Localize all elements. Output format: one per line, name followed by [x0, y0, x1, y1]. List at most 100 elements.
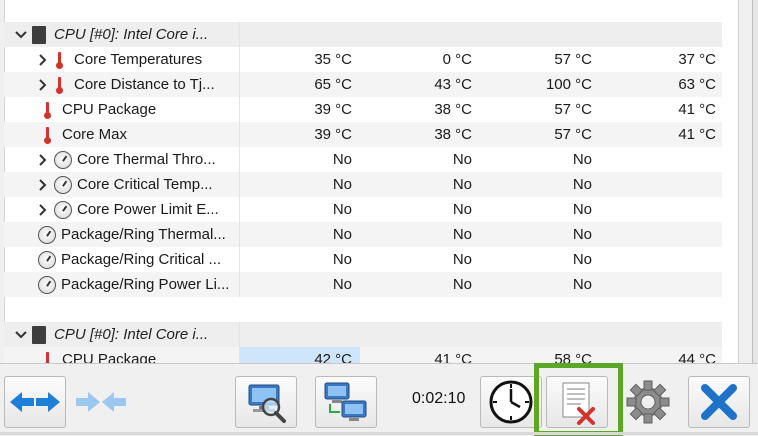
sensor-row[interactable]: Package/Ring Power Li... No No No	[4, 272, 722, 297]
sensor-row[interactable]: CPU Package 39 °C 38 °C 57 °C 41 °C	[4, 97, 722, 122]
average-value	[600, 322, 722, 347]
thermometer-icon	[54, 51, 64, 69]
maximum-value: No	[572, 251, 592, 268]
average-value: 41 °C	[678, 126, 716, 143]
gauge-icon	[54, 150, 72, 169]
sensor-name-cell: Package/Ring Power Li...	[4, 272, 240, 297]
minimum-value: No	[452, 251, 472, 268]
current-value: No	[332, 176, 352, 193]
sensor-name-cell: Core Critical Temp...	[4, 172, 240, 197]
sensor-label: Package/Ring Critical ...	[61, 251, 222, 268]
minimum-value: No	[452, 226, 472, 243]
minimum-value	[360, 322, 480, 347]
network-search-button[interactable]	[235, 376, 297, 428]
chevron-right-icon[interactable]	[36, 47, 50, 72]
sensor-row[interactable]: Core Max 39 °C 38 °C 57 °C 41 °C	[4, 122, 722, 147]
sensor-group-row[interactable]: CPU [#0]: Intel Core i...	[4, 22, 722, 47]
sensor-row[interactable]: Core Power Limit E... No No No	[4, 197, 722, 222]
network-search-icon	[248, 384, 286, 423]
network-computers-button[interactable]	[315, 376, 377, 428]
elapsed-time: 0:02:10	[412, 390, 466, 407]
sensor-label: CPU Package	[62, 351, 157, 363]
sensor-label: CPU [#0]: Intel Core i...	[54, 26, 209, 43]
chevron-right-icon[interactable]	[36, 197, 50, 222]
close-button[interactable]	[688, 376, 750, 428]
sensor-row[interactable]: Core Thermal Thro... No No No	[4, 147, 722, 172]
expand-all-icon	[10, 392, 60, 412]
current-value: 65 °C	[314, 76, 352, 93]
maximum-value: No	[572, 176, 592, 193]
minimum-value: No	[452, 276, 472, 293]
sensor-group-row[interactable]: CPU [#0]: Intel Core i...	[4, 322, 722, 347]
gauge-icon	[38, 275, 56, 294]
sensor-row[interactable]: Core Distance to Tj... 65 °C 43 °C 100 °C 63…	[4, 72, 722, 97]
average-value	[600, 247, 722, 272]
settings-gear-icon	[626, 380, 670, 424]
current-value: No	[332, 151, 352, 168]
clock-button[interactable]	[480, 376, 542, 428]
settings-button[interactable]	[620, 376, 676, 428]
maximum-value: 57 °C	[554, 101, 592, 118]
sensor-name-cell: Package/Ring Critical ...	[4, 247, 240, 272]
sensor-row[interactable]: Core Temperatures 35 °C 0 °C 57 °C 37 °C	[4, 47, 722, 72]
thermometer-icon	[42, 351, 52, 363]
sensor-label: Core Power Limit E...	[77, 201, 219, 218]
sensor-label: CPU Package	[62, 101, 157, 118]
sensor-row[interactable]: Package/Ring Critical ... No No No	[4, 247, 722, 272]
gauge-icon	[38, 225, 56, 244]
minimum-value: 38 °C	[434, 126, 472, 143]
current-value: 42 °C	[240, 347, 360, 363]
sensor-label: Core Max	[62, 126, 128, 143]
sensor-row[interactable]: Core Critical Temp... No No No	[4, 172, 722, 197]
average-value	[600, 22, 722, 47]
sensor-label: Package/Ring Thermal...	[61, 226, 226, 243]
current-value	[240, 322, 360, 347]
current-value: 39 °C	[314, 126, 352, 143]
maximum-value: No	[572, 226, 592, 243]
sensor-name-cell: CPU [#0]: Intel Core i...	[4, 322, 240, 347]
maximum-value: No	[572, 151, 592, 168]
average-value: 63 °C	[678, 76, 716, 93]
maximum-value: 57 °C	[554, 126, 592, 143]
minimum-value: 41 °C	[434, 351, 472, 363]
thermometer-icon	[54, 76, 64, 94]
thermometer-icon	[42, 126, 52, 144]
average-value: 44 °C	[678, 351, 716, 363]
close-icon	[701, 384, 737, 420]
current-value: No	[332, 201, 352, 218]
sensor-name-cell: CPU [#0]: Intel Core i...	[4, 22, 240, 47]
minimum-value: No	[452, 201, 472, 218]
sensor-label: Core Thermal Thro...	[77, 151, 216, 168]
sensor-row[interactable]: Package/Ring Thermal... No No No	[4, 222, 722, 247]
chevron-right-icon[interactable]	[36, 72, 50, 97]
chevron-right-icon[interactable]	[36, 172, 50, 197]
current-value: 39 °C	[314, 101, 352, 118]
collapse-all-button[interactable]	[70, 376, 132, 428]
average-value: 41 °C	[678, 101, 716, 118]
maximum-value	[480, 322, 600, 347]
bottom-toolbar: 0:02:10	[0, 363, 758, 436]
chevron-right-icon[interactable]	[36, 147, 50, 172]
sensor-label: Core Critical Temp...	[77, 176, 213, 193]
current-value: No	[332, 251, 352, 268]
window-right-edge	[752, 0, 758, 363]
sensor-label: Core Temperatures	[74, 51, 203, 68]
minimum-value: No	[452, 151, 472, 168]
chevron-down-icon[interactable]	[14, 22, 28, 47]
gauge-icon	[54, 175, 72, 194]
average-value	[600, 197, 722, 222]
clock-icon	[489, 380, 533, 424]
sensor-name-cell: Core Max	[4, 122, 240, 147]
current-value	[240, 22, 360, 47]
maximum-value: 100 °C	[545, 76, 592, 93]
expand-all-button[interactable]	[4, 376, 66, 428]
maximum-value: No	[572, 276, 592, 293]
sensor-name-cell: Core Distance to Tj...	[4, 72, 240, 97]
current-value: No	[332, 226, 352, 243]
maximum-value: No	[572, 201, 592, 218]
chevron-down-icon[interactable]	[14, 322, 28, 347]
sensor-row[interactable]: CPU Package 42 °C 41 °C 58 °C 44 °C	[4, 347, 722, 363]
sensor-label: CPU [#0]: Intel Core i...	[54, 326, 209, 343]
sensor-name-cell: Core Thermal Thro...	[4, 147, 240, 172]
sensor-name-cell: Package/Ring Thermal...	[4, 222, 240, 247]
